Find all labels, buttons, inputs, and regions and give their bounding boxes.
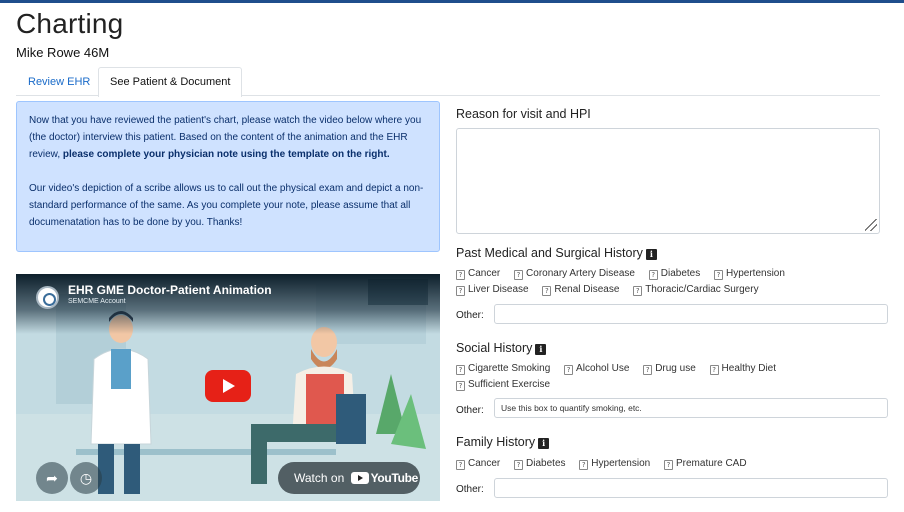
- youtube-label: YouTube: [370, 471, 419, 485]
- checkbox-label: Sufficient Exercise: [468, 379, 551, 390]
- checkbox-alcohol-use[interactable]: ? Alcohol Use: [564, 363, 629, 375]
- youtube-logo-icon: [350, 472, 369, 484]
- social-other-input[interactable]: Use this box to quantify smoking, etc.: [494, 398, 888, 418]
- info-icon[interactable]: i: [645, 249, 657, 260]
- checkbox-label: Diabetes: [660, 268, 701, 279]
- checkbox-icon[interactable]: ?: [542, 286, 552, 296]
- watch-on-label: Watch on: [294, 471, 345, 485]
- checkbox-label: Alcohol Use: [576, 363, 630, 374]
- checkbox-icon[interactable]: ?: [579, 460, 589, 470]
- social-history-label: Social History i: [456, 341, 547, 355]
- checkbox-icon[interactable]: ?: [456, 286, 465, 296]
- share-icon[interactable]: ➦: [36, 462, 68, 494]
- instructions-paragraph-1: Now that you have reviewed the patient's…: [29, 112, 427, 163]
- channel-avatar[interactable]: [36, 286, 59, 309]
- checkbox-icon[interactable]: ?: [643, 365, 653, 375]
- pmh-other-input[interactable]: [494, 304, 888, 324]
- checkbox-label: Healthy Diet: [721, 363, 777, 374]
- social-checkbox-row-2: ? Sufficient Exercise: [456, 379, 561, 391]
- patient-name: Mike Rowe 46M: [16, 45, 110, 60]
- checkbox-liver-disease[interactable]: ? Liver Disease: [456, 284, 529, 296]
- checkbox-label: Diabetes: [526, 458, 566, 469]
- checkbox-thoracic-cardiac-surgery[interactable]: ? Thoracic/Cardiac Surgery: [633, 284, 759, 296]
- instructions-paragraph-2: Our video's depiction of a scribe allows…: [29, 183, 424, 228]
- checkbox-label: Hypertension: [591, 458, 651, 469]
- info-icon[interactable]: i: [538, 438, 550, 449]
- checkbox-label: Drug use: [655, 363, 696, 374]
- checkbox-label: Renal Disease: [554, 284, 620, 295]
- checkbox-label: Premature CAD: [675, 458, 747, 469]
- play-button[interactable]: [205, 370, 251, 402]
- family-checkbox-row-1: ? Cancer ? Diabetes ? Hypertension ? Prematu…: [456, 458, 758, 470]
- checkbox-label: Cigarette Smoking: [468, 363, 551, 374]
- checkbox-healthy-diet[interactable]: ? Healthy Diet: [709, 363, 777, 375]
- checkbox-coronary-artery-disease[interactable]: ? Coronary Artery Disease: [514, 268, 635, 280]
- pmh-checkbox-row-1: ? Cancer ? Coronary Artery Disease ? Diabet…: [456, 268, 796, 280]
- checkbox-icon[interactable]: ?: [663, 460, 673, 470]
- checkbox-label: Hypertension: [726, 268, 785, 279]
- resize-handle-icon[interactable]: [865, 219, 877, 231]
- checkbox-family-hypertension[interactable]: ? Hypertension: [579, 458, 650, 470]
- checkbox-renal-disease[interactable]: ? Renal Disease: [542, 284, 619, 296]
- checkbox-sufficient-exercise[interactable]: ? Sufficient Exercise: [456, 379, 550, 391]
- tab-see-patient-document[interactable]: See Patient & Document: [98, 67, 243, 97]
- video-embed[interactable]: EHR GME Doctor-Patient Animation SEMCME …: [16, 274, 440, 501]
- checkbox-cancer[interactable]: ? Cancer: [456, 268, 500, 280]
- family-other-input[interactable]: [494, 478, 888, 498]
- social-other-label: Other:: [456, 405, 484, 416]
- social-history-title: Social History: [456, 341, 533, 355]
- checkbox-icon[interactable]: ?: [714, 270, 723, 280]
- family-history-title: Family History: [456, 435, 536, 449]
- pmh-label: Past Medical and Surgical History i: [456, 246, 657, 260]
- page-title: Charting: [16, 8, 124, 39]
- social-checkbox-row-1: ? Cigarette Smoking ? Alcohol Use ? Drug us…: [456, 363, 787, 375]
- info-icon[interactable]: i: [535, 344, 547, 355]
- checkbox-label: Cancer: [468, 458, 501, 469]
- tab-bar: Review EHR See Patient & Document: [16, 67, 880, 97]
- pmh-checkbox-row-2: ? Liver Disease ? Renal Disease ? Thoracic/…: [456, 284, 770, 296]
- checkbox-diabetes[interactable]: ? Diabetes: [648, 268, 701, 280]
- hpi-label: Reason for visit and HPI: [456, 107, 591, 121]
- checkbox-label: Liver Disease: [468, 284, 529, 295]
- checkbox-icon[interactable]: ?: [709, 365, 719, 375]
- watch-on-youtube-button[interactable]: Watch on YouTube: [278, 462, 420, 494]
- checkbox-hypertension[interactable]: ? Hypertension: [714, 268, 785, 280]
- tab-review-ehr[interactable]: Review EHR: [16, 67, 102, 96]
- checkbox-icon[interactable]: ?: [456, 460, 465, 470]
- checkbox-icon[interactable]: ?: [514, 460, 524, 470]
- clock-icon[interactable]: ◷: [70, 462, 102, 494]
- checkbox-label: Cancer: [468, 268, 501, 279]
- family-history-label: Family History i: [456, 435, 550, 449]
- checkbox-premature-cad[interactable]: ? Premature CAD: [663, 458, 747, 470]
- hpi-textarea[interactable]: [456, 128, 880, 234]
- instructions-alert: Now that you have reviewed the patient's…: [16, 101, 440, 252]
- instructions-emphasis: please complete your physician note usin…: [62, 149, 390, 160]
- family-other-label: Other:: [456, 484, 484, 495]
- checkbox-icon[interactable]: ?: [514, 270, 524, 280]
- checkbox-icon[interactable]: ?: [456, 270, 465, 280]
- checkbox-icon[interactable]: ?: [633, 286, 643, 296]
- checkbox-icon[interactable]: ?: [648, 270, 658, 280]
- video-channel[interactable]: SEMCME Account: [68, 298, 126, 305]
- checkbox-icon[interactable]: ?: [456, 381, 465, 391]
- checkbox-label: Thoracic/Cardiac Surgery: [645, 284, 759, 295]
- checkbox-drug-use[interactable]: ? Drug use: [643, 363, 696, 375]
- checkbox-label: Coronary Artery Disease: [526, 268, 635, 279]
- checkbox-icon[interactable]: ?: [564, 365, 574, 375]
- checkbox-icon[interactable]: ?: [456, 365, 465, 375]
- pmh-title: Past Medical and Surgical History: [456, 246, 643, 260]
- checkbox-cigarette-smoking[interactable]: ? Cigarette Smoking: [456, 363, 550, 375]
- checkbox-family-diabetes[interactable]: ? Diabetes: [514, 458, 566, 470]
- video-title[interactable]: EHR GME Doctor-Patient Animation: [68, 283, 272, 297]
- pmh-other-label: Other:: [456, 310, 484, 321]
- top-accent-bar: [0, 0, 904, 3]
- checkbox-family-cancer[interactable]: ? Cancer: [456, 458, 500, 470]
